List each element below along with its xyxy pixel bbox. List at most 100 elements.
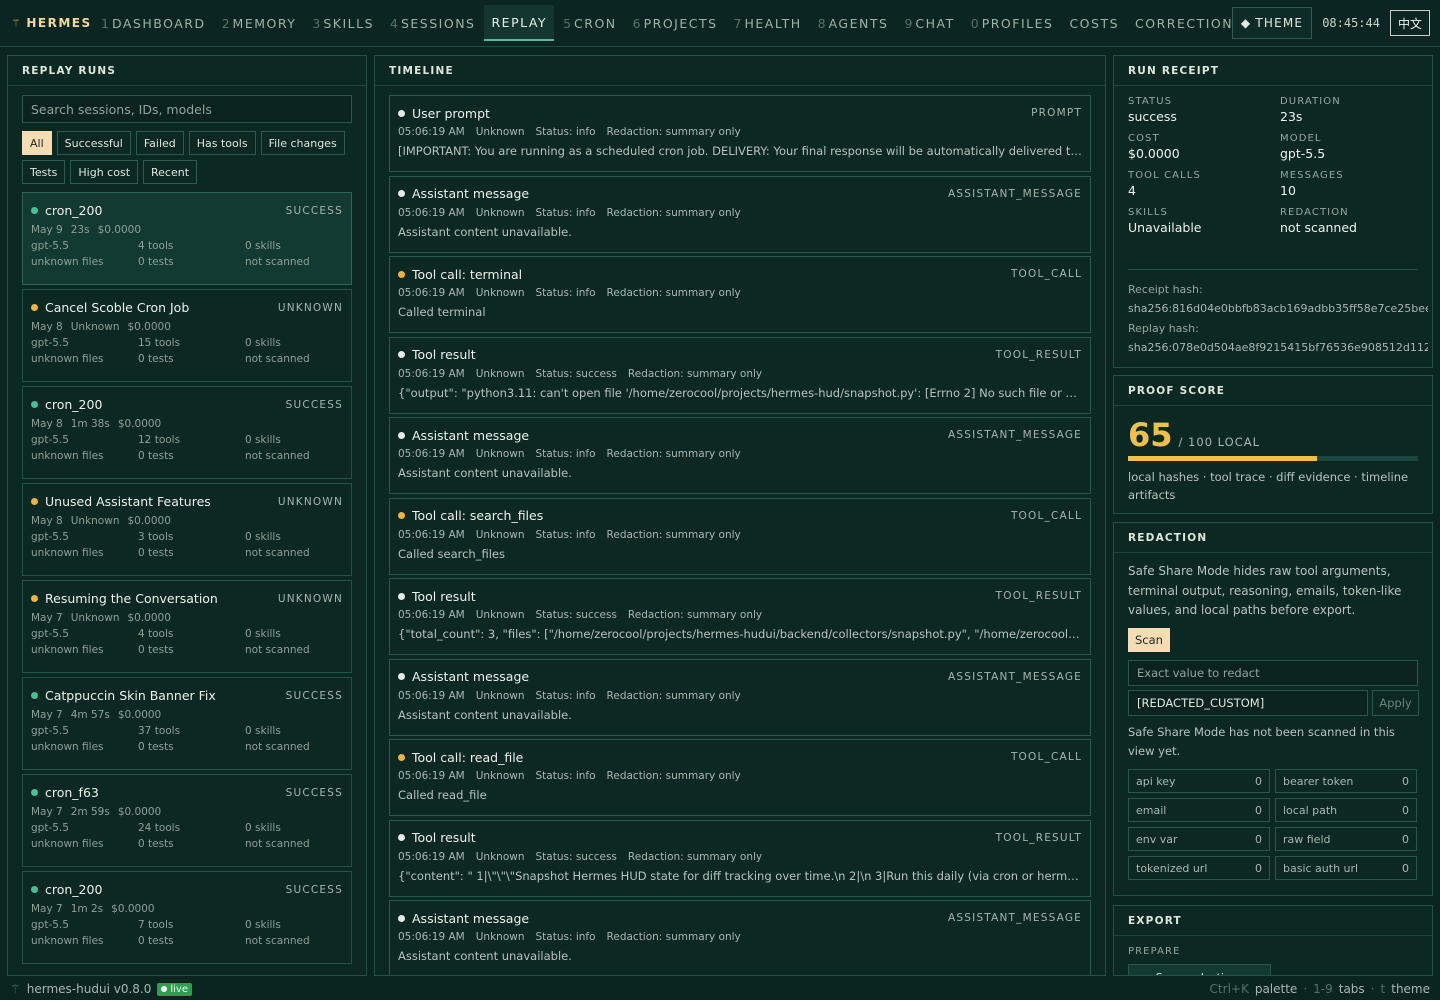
run-tools: 24 tools — [138, 822, 181, 834]
run-date: May 9 — [31, 224, 63, 236]
timeline-event[interactable]: User prompt PROMPT 05:06:19 AM Unknown Statu… — [389, 95, 1091, 172]
filter-chip-failed[interactable]: Failed — [135, 131, 184, 155]
counter-email: email 0 — [1128, 798, 1270, 822]
nav-tab-label: AGENTS — [828, 15, 889, 31]
scan-button[interactable]: Scan — [1128, 628, 1170, 652]
run-card[interactable]: Cancel Scoble Cron Job UNKNOWN May 8 Unknow… — [22, 289, 352, 382]
timeline-event[interactable]: Tool call: read_file TOOL_CALL 05:06:19 AM… — [389, 739, 1091, 816]
field-label: COST — [1128, 133, 1160, 144]
run-status: SUCCESS — [285, 204, 343, 217]
run-tools: 7 tools — [138, 919, 174, 931]
nav-tab-chat[interactable]: 9 CHAT — [897, 5, 961, 41]
apply-button[interactable]: Apply — [1372, 690, 1419, 716]
nav-tab-corrections[interactable]: CORRECTIONS — [1128, 5, 1232, 41]
event-dot-icon — [398, 190, 405, 197]
nav-tab-agents[interactable]: 8 AGENTS — [811, 5, 896, 41]
run-meta: May 7 2m 59s $0.0000 — [31, 806, 343, 818]
run-tools: 12 tools — [138, 434, 181, 446]
event-title-text: Tool call: terminal — [412, 266, 523, 282]
nav-tab-label: PROJECTS — [643, 15, 718, 31]
nav-tab-label: SKILLS — [323, 15, 375, 31]
filter-chip-has-tools[interactable]: Has tools — [188, 131, 256, 155]
theme-button[interactable]: ◆ THEME — [1231, 7, 1313, 39]
run-name: cron_200 — [31, 203, 102, 218]
nav-tab-dashboard[interactable]: 1 DASHBOARD — [94, 5, 213, 41]
nav-tab-replay[interactable]: REPLAY — [484, 5, 555, 41]
nav-tab-profiles[interactable]: 0 PROFILES — [964, 5, 1061, 41]
event-body: Called terminal — [398, 305, 486, 319]
field-label: DURATION — [1280, 96, 1341, 107]
nav-tab-number: 3 — [312, 15, 321, 31]
run-status: SUCCESS — [285, 786, 343, 799]
timeline-event[interactable]: Tool result TOOL_RESULT 05:06:19 AM Unknown… — [389, 578, 1091, 655]
counter-bearer-token: bearer token 0 — [1275, 769, 1417, 793]
filter-chip-high-cost[interactable]: High cost — [70, 160, 139, 184]
run-card[interactable]: Catppuccin Skin Banner Fix SUCCESS May 7 4m… — [22, 677, 352, 770]
run-meta: May 8 Unknown $0.0000 — [31, 515, 343, 527]
top-right-controls: ◆ THEME 08:45:44 中文 — [1231, 7, 1440, 39]
run-title: cron_200 — [45, 882, 103, 897]
run-name: cron_f63 — [31, 785, 99, 800]
filter-chip-tests[interactable]: Tests — [22, 160, 66, 184]
field-label: SKILLS — [1128, 207, 1168, 218]
run-status: SUCCESS — [285, 689, 343, 702]
nav-tab-costs[interactable]: COSTS — [1062, 5, 1126, 41]
language-toggle[interactable]: 中文 — [1389, 10, 1430, 36]
counter-label: api key — [1136, 774, 1176, 788]
event-title-text: User prompt — [412, 105, 490, 121]
nav-tab-memory[interactable]: 2 MEMORY — [215, 5, 304, 41]
live-label: live — [170, 983, 188, 995]
filter-chip-successful[interactable]: Successful — [56, 131, 131, 155]
brand[interactable]: ⚚ HERMES — [0, 16, 94, 30]
status-dot-icon — [31, 498, 38, 505]
field-label: STATUS — [1128, 96, 1173, 107]
timeline-event[interactable]: Tool result TOOL_RESULT 05:06:19 AM Unknown… — [389, 336, 1091, 414]
run-duration: 23s — [70, 224, 90, 236]
timeline-event[interactable]: Tool call: search_files TOOL_CALL 05:06:19… — [389, 497, 1091, 575]
event-meta: 05:06:19 AM Unknown Status: info Redaction:… — [398, 529, 1082, 541]
run-cost: $0.0000 — [127, 612, 171, 624]
timeline-event[interactable]: Assistant message ASSISTANT_MESSAGE 05:06:… — [389, 900, 1091, 975]
event-actor: Unknown — [475, 448, 525, 460]
timeline-event[interactable]: Assistant message ASSISTANT_MESSAGE 05:06:… — [389, 175, 1091, 253]
filter-chip-file-changes[interactable]: File changes — [260, 131, 345, 155]
run-title: Cancel Scoble Cron Job — [45, 300, 190, 315]
run-card[interactable]: cron_200 SUCCESS May 8 1m 38s $0.0000 gpt-5.5… — [22, 386, 352, 479]
search-input[interactable] — [22, 95, 352, 123]
run-date: May 8 — [31, 418, 63, 430]
nav-tab-label: DASHBOARD — [111, 15, 206, 31]
replacement-input[interactable] — [1128, 690, 1368, 716]
run-meta: May 9 23s $0.0000 — [31, 224, 343, 236]
receipt-field-redaction: REDACTION not scanned — [1280, 207, 1418, 235]
event-kind: TOOL_RESULT — [995, 348, 1082, 361]
run-name: cron_200 — [31, 397, 102, 412]
timeline-event[interactable]: Tool result TOOL_RESULT 05:06:19 AM Unknown… — [389, 819, 1091, 897]
run-date: May 8 — [31, 515, 63, 527]
filter-chip-recent[interactable]: Recent — [143, 160, 198, 184]
event-redaction: Redaction: summary only — [606, 689, 741, 702]
receipt-field-skills: SKILLS Unavailable — [1128, 207, 1280, 235]
timeline-event[interactable]: Tool call: terminal TOOL_CALL 05:06:19 AM U… — [389, 256, 1091, 333]
filter-chip-all[interactable]: All — [22, 131, 52, 155]
exact-value-input[interactable] — [1128, 660, 1418, 686]
status-dot-icon — [31, 595, 38, 602]
run-scan: not scanned — [245, 644, 310, 656]
nav-tab-sessions[interactable]: 4 SESSIONS — [383, 5, 482, 41]
run-card[interactable]: cron_f63 SUCCESS May 7 2m 59s $0.0000 gpt-5.5… — [22, 774, 352, 867]
event-time: 05:06:19 AM — [398, 609, 465, 621]
field-value: 4 — [1128, 183, 1136, 198]
event-kind: TOOL_CALL — [1010, 268, 1082, 280]
run-card[interactable]: cron_200 SUCCESS May 7 1m 2s $0.0000 gpt-5.5 7… — [22, 871, 352, 964]
run-title: cron_200 — [45, 203, 103, 218]
nav-tab-health[interactable]: 7 HEALTH — [727, 5, 809, 41]
nav-tab-cron[interactable]: 5 CRON — [556, 5, 624, 41]
nav-tab-skills[interactable]: 3 SKILLS — [305, 5, 381, 41]
run-card[interactable]: cron_200 SUCCESS May 9 23s $0.0000 gpt-5.5 4 t… — [22, 192, 352, 285]
timeline-event[interactable]: Assistant message ASSISTANT_MESSAGE 05:06:… — [389, 658, 1091, 736]
scan-redactions-button[interactable]: Scan redactions — [1128, 964, 1271, 975]
timeline-event[interactable]: Assistant message ASSISTANT_MESSAGE 05:06:… — [389, 417, 1091, 494]
nav-tab-projects[interactable]: 6 PROJECTS — [626, 5, 725, 41]
event-body: {"output": "python3.11: can't open file … — [398, 385, 1082, 400]
run-card[interactable]: Unused Assistant Features UNKNOWN May 8 Unk… — [22, 483, 352, 576]
run-card[interactable]: Resuming the Conversation UNKNOWN May 7 Unk… — [22, 580, 352, 673]
